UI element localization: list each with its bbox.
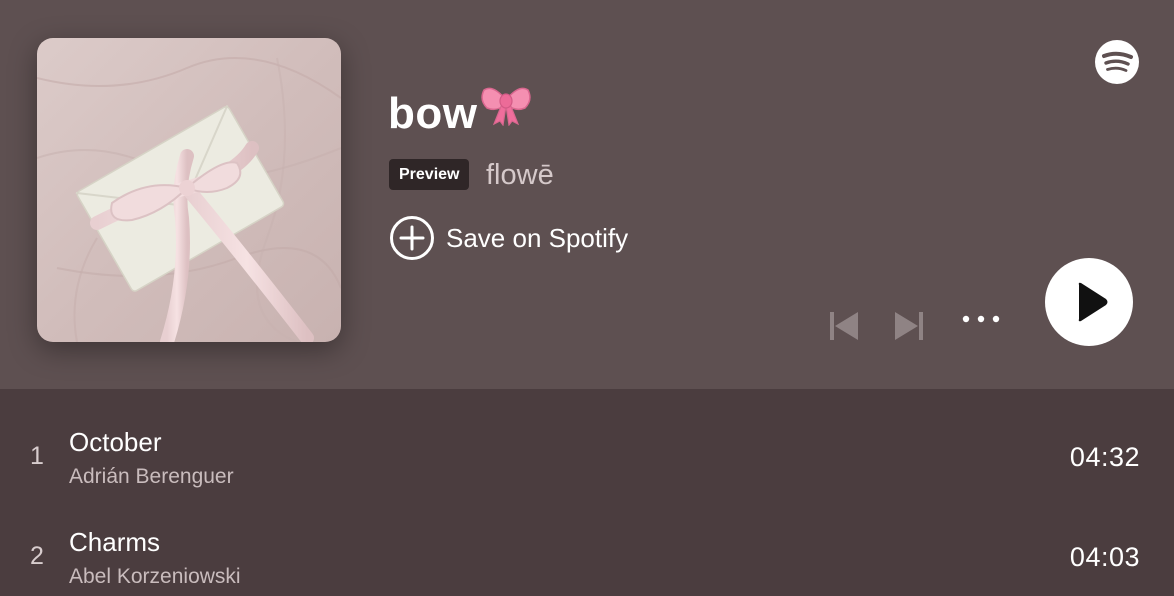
track-number: 2: [30, 542, 44, 570]
preview-badge: Preview: [389, 159, 470, 190]
playlist-cover-art: [37, 38, 341, 342]
save-on-spotify-button[interactable]: Save on Spotify: [389, 215, 628, 261]
track-artist[interactable]: Adrián Berenguer: [69, 465, 234, 489]
track-row[interactable]: 2 Charms Abel Korzeniowski 04:03: [0, 497, 1174, 596]
save-label: Save on Spotify: [446, 222, 629, 253]
add-circle-icon: [390, 216, 434, 260]
skip-back-icon: [830, 312, 858, 340]
spotify-logo[interactable]: [1095, 40, 1139, 84]
spotify-embed-player: bow Preview flowē Save on Spotify 1 Octo…: [0, 0, 1174, 596]
track-row[interactable]: 1 October Adrián Berenguer 04:32: [0, 397, 1174, 497]
more-options-button[interactable]: [959, 305, 1003, 333]
track-list: 1 October Adrián Berenguer 04:32 2 Charm…: [0, 389, 1174, 596]
playlist-header: bow Preview flowē Save on Spotify: [0, 0, 1174, 389]
track-title: Charms: [69, 527, 161, 557]
ribbon-bow-icon: [481, 82, 532, 142]
track-duration: 04:03: [1069, 542, 1140, 572]
next-track-button[interactable]: [893, 310, 925, 342]
playlist-title-text: bow: [388, 89, 478, 138]
play-icon: [1078, 282, 1108, 322]
previous-track-button[interactable]: [828, 310, 860, 342]
track-number: 1: [30, 442, 44, 470]
more-options-icon: [962, 315, 1000, 323]
track-duration: 04:32: [1069, 442, 1140, 472]
artist-name[interactable]: flowē: [486, 155, 554, 195]
track-artist[interactable]: Abel Korzeniowski: [69, 565, 241, 589]
track-title: October: [69, 427, 162, 457]
skip-forward-icon: [895, 312, 923, 340]
play-button[interactable]: [1045, 258, 1133, 346]
playlist-title: bow: [388, 82, 532, 144]
